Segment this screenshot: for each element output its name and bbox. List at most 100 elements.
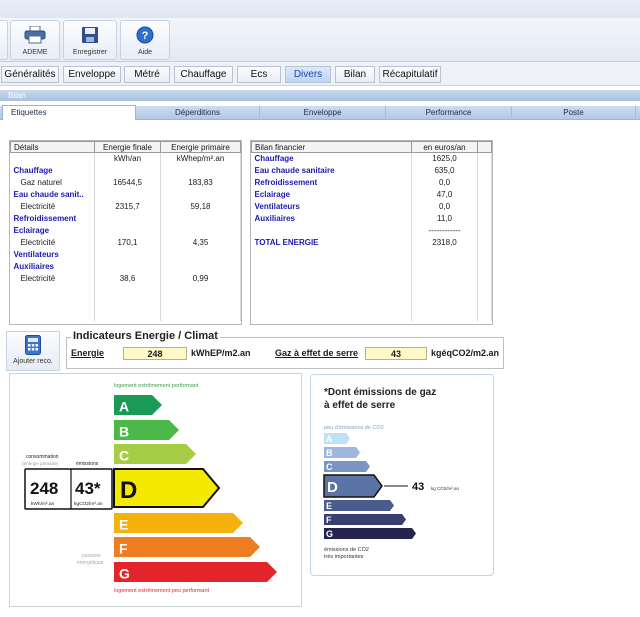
tab-chauffage[interactable]: Chauffage (174, 66, 233, 83)
table-row[interactable]: TOTAL ENERGIE 2318,0 (251, 236, 492, 249)
ges-class-b-letter: B (326, 448, 333, 458)
energy-class-e-letter: E (119, 517, 128, 533)
row-primaire: 0,99 (160, 272, 241, 285)
table-row[interactable]: Gaz naturel 16544,5 183,83 (10, 176, 241, 189)
help-button[interactable]: ? Aide (120, 20, 170, 60)
row-finale (94, 212, 161, 225)
emis-value: 43* (75, 479, 101, 498)
add-reco-label: Ajouter reco. (13, 358, 53, 365)
details-table[interactable]: Détails Energie finale Energie primaire … (9, 140, 242, 325)
save-button[interactable]: Enregistrer (63, 20, 117, 60)
table-row[interactable]: Auxiliaires 11,0 (251, 212, 492, 225)
tab-generalites[interactable]: Généralités (1, 66, 59, 83)
energy-class-e-arrow (114, 513, 243, 533)
subtab-deperditions[interactable]: Déperditions (136, 106, 260, 120)
help-button-label: Aide (137, 49, 152, 56)
energy-class-f: F (114, 537, 260, 557)
table-row[interactable]: Electricité 2315,7 59,18 (10, 200, 241, 213)
tab-ecs[interactable]: Ecs (237, 66, 281, 83)
tab-enveloppe[interactable]: Enveloppe (63, 66, 121, 83)
energetique-text: énergétique (77, 560, 104, 566)
row-label: Eclairage (251, 188, 412, 201)
help-icon: ? (136, 26, 154, 44)
toolbar-button-partial[interactable] (0, 20, 8, 60)
subtab-poste[interactable]: Poste (512, 106, 636, 120)
subtab-enveloppe[interactable]: Enveloppe (260, 106, 386, 120)
energy-class-b-letter: B (119, 424, 129, 440)
row-label: Ventilateurs (251, 200, 412, 213)
energie-label: Energie (71, 348, 105, 358)
header-energie-primaire: Energie primaire (160, 141, 241, 153)
main-tabs: Généralités Enveloppe Métré Chauffage Ec… (0, 62, 640, 86)
tab-metre[interactable]: Métré (124, 66, 170, 83)
row-label: Chauffage (10, 164, 95, 177)
row-label: Gaz naturel (10, 176, 95, 189)
ges-class-e-letter: E (326, 501, 332, 511)
printer-icon (24, 26, 46, 44)
table-row[interactable]: ------------ (251, 224, 492, 237)
row-finale: 16544,5 (94, 176, 161, 189)
ges-class-c: C (324, 461, 370, 472)
ges-class-e: E (324, 500, 394, 511)
ges-class-c-letter: C (326, 462, 333, 472)
row-label: Auxiliaires (251, 212, 412, 225)
row-value: 635,0 (411, 164, 478, 177)
add-reco-button[interactable]: Ajouter reco. (6, 331, 60, 371)
row-primaire (160, 212, 241, 225)
ges-class-g: G (324, 528, 416, 539)
svg-text:?: ? (142, 30, 149, 42)
header-details: Détails (10, 141, 95, 153)
energy-class-e: E (114, 513, 243, 533)
ges-value[interactable]: 43 (365, 347, 427, 360)
tab-divers[interactable]: Divers (285, 66, 331, 83)
row-label: Electricité (10, 236, 95, 249)
table-row[interactable]: Electricité 38,6 0,99 (10, 272, 241, 285)
table-row[interactable]: Chauffage (10, 164, 241, 177)
table-row[interactable]: Ventilateurs (10, 248, 241, 261)
table-row[interactable]: Eclairage (10, 224, 241, 237)
row-label: Refroidissement (10, 212, 95, 225)
row-label: Eau chaude sanitaire (251, 164, 412, 177)
ges-class-f-bar (324, 514, 406, 525)
conso-value: 248 (30, 479, 58, 498)
table-row[interactable]: Electricité 170,1 4,35 (10, 236, 241, 249)
energy-class-g-letter: G (119, 566, 130, 582)
row-primaire (160, 188, 241, 201)
window-title-bar (0, 0, 640, 18)
subtab-performance[interactable]: Performance (386, 106, 512, 120)
table-row[interactable]: Chauffage 1625,0 (251, 152, 492, 165)
ademe-button[interactable]: ADEME (10, 20, 60, 60)
ges-pointer-unit: kg CO2/m².an (431, 486, 460, 491)
ges-class-a-letter: A (326, 434, 333, 444)
energy-class-c-letter: C (119, 448, 129, 464)
financial-table[interactable]: Bilan financier en euros/an Chauffage 162… (250, 140, 493, 325)
row-primaire: 4,35 (160, 236, 241, 249)
tab-bilan[interactable]: Bilan (335, 66, 375, 83)
table-row[interactable]: Eau chaude sanit.. (10, 188, 241, 201)
table-row[interactable]: Ventilateurs 0,0 (251, 200, 492, 213)
table-row[interactable]: Refroidissement (10, 212, 241, 225)
content-area: Détails Energie finale Energie primaire … (0, 120, 640, 617)
row-primaire (160, 260, 241, 273)
row-label: Chauffage (251, 152, 412, 165)
energy-label-graphic: logement extrêmement performant A B C D … (22, 383, 277, 594)
consommation-label: consommation (26, 454, 59, 460)
row-finale: 170,1 (94, 236, 161, 249)
unit-primaire: kWhep/m².an (160, 152, 241, 165)
ges-class-b: B (324, 447, 360, 458)
ges-class-d-letter: D (327, 479, 338, 496)
energie-value[interactable]: 248 (123, 347, 187, 360)
tab-recapitulatif[interactable]: Récapitulatif (379, 66, 441, 83)
subtab-etiquettes[interactable]: Etiquettes (2, 105, 136, 120)
table-row[interactable]: Refroidissement 0,0 (251, 176, 492, 189)
table-row[interactable]: Eau chaude sanitaire 635,0 (251, 164, 492, 177)
table-row[interactable]: Auxiliaires (10, 260, 241, 273)
emis-unit: kgCO2/m².an (74, 501, 103, 507)
row-finale: 2315,7 (94, 200, 161, 213)
energy-class-a: A (114, 395, 162, 415)
ademe-button-label: ADEME (22, 49, 48, 56)
table-row[interactable]: Eclairage 47,0 (251, 188, 492, 201)
ges-unit: kgéqCO2/m2.an (431, 348, 500, 358)
row-label (251, 224, 412, 237)
energy-class-d-letter: D (120, 477, 137, 504)
